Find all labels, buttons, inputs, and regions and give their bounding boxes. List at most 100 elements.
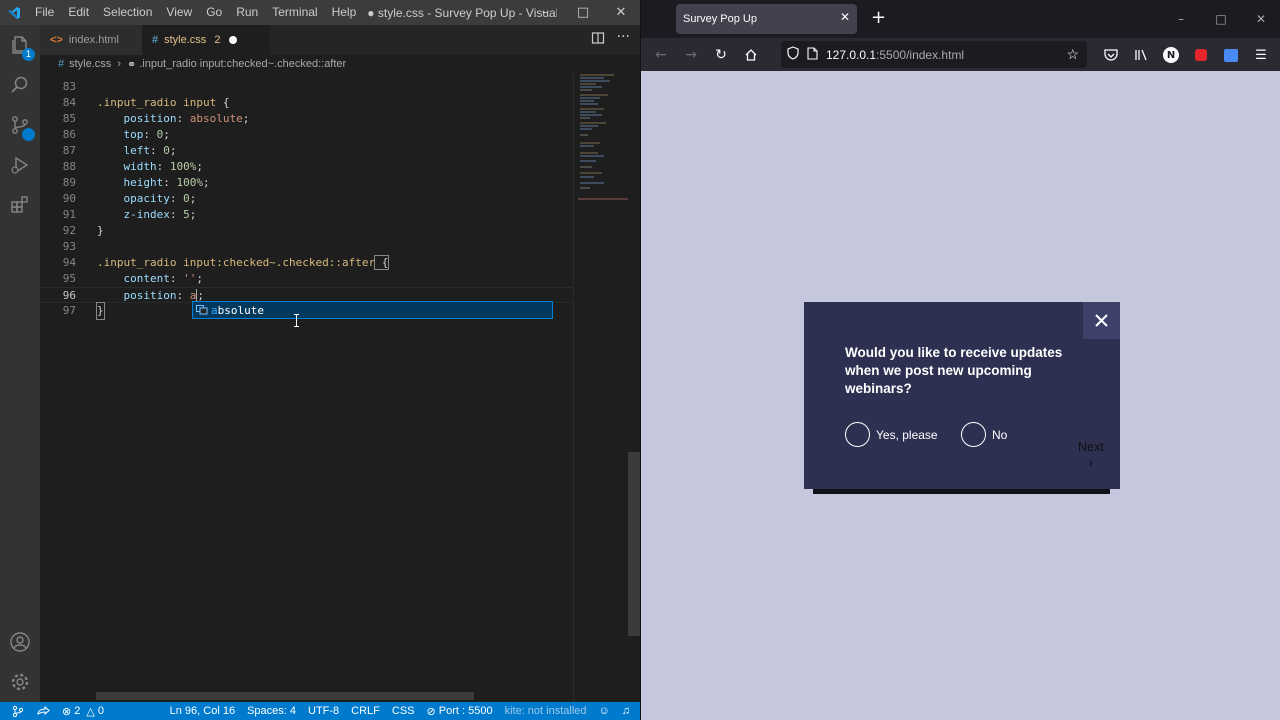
survey-popup: Would you like to receive updates when w… [804,302,1120,489]
option-no[interactable]: No [961,422,1007,447]
menu-selection[interactable]: Selection [96,0,159,25]
css-value: 0 [183,192,190,205]
css-file-icon: # [58,58,65,70]
option-yes[interactable]: Yes, please [845,422,938,447]
radio-no[interactable] [961,422,986,447]
css-selector: .input_radio input [97,96,217,109]
remote-icon[interactable] [0,705,30,717]
explorer-icon[interactable]: 1 [0,25,40,65]
browser-tab-active[interactable]: Survey Pop Up ✕ [676,4,857,34]
more-actions-icon[interactable]: ··· [617,30,630,48]
browser-toolbar: ← → ↻ 127.0.0.1:5500/index.html ☆ N ☰ [641,38,1280,71]
split-editor-icon[interactable] [591,31,605,48]
search-icon[interactable] [0,65,40,105]
next-button[interactable]: Next › [1078,440,1104,469]
forward-arrow-icon[interactable]: → [676,40,706,70]
code-editor[interactable]: 83 84 .input_radio input { 85 position: a… [40,73,573,702]
css-property: width [123,160,157,173]
home-icon[interactable] [736,40,766,70]
survey-question: Would you like to receive updates when w… [845,345,1063,396]
minimize-icon[interactable]: – [1161,0,1201,38]
tab-index-html[interactable]: <> index.html [40,25,142,55]
encoding[interactable]: UTF-8 [302,705,345,717]
line-number: 90 [62,192,76,205]
horizontal-scrollbar[interactable] [96,692,474,700]
open-brace: { [374,255,390,270]
library-icon[interactable] [1129,43,1153,67]
unsaved-dot-icon[interactable] [229,36,238,44]
source-control-badge [22,128,35,141]
end-of-line[interactable]: CRLF [345,705,386,717]
code-line: 92} [40,223,573,239]
indentation[interactable]: Spaces: 4 [241,705,302,717]
close-icon [1095,314,1108,327]
menu-view[interactable]: View [159,0,199,25]
radio-yes[interactable] [845,422,870,447]
suggestion-item[interactable]: a bsolute [192,301,553,319]
new-tab-plus-icon[interactable]: + [871,8,886,28]
menu-run[interactable]: Run [229,0,265,25]
css-property: content [123,272,170,285]
css-property: position [123,289,177,302]
line-number: 93 [62,240,76,253]
bookmark-star-icon[interactable]: ☆ [1066,46,1079,63]
live-server-port[interactable]: ⊘ Port : 5500 [421,705,499,718]
line-number: 97 [62,304,76,317]
language-mode[interactable]: CSS [386,705,421,717]
close-window-icon[interactable]: ✕ [602,0,640,25]
no-entry-icon: ⊘ [426,705,436,718]
menu-help[interactable]: Help [325,0,364,25]
settings-gear-icon[interactable] [0,662,40,702]
vscode-logo-icon [0,0,28,25]
code-line: 94 .input_radio input:checked~.checked::a… [40,255,573,271]
back-arrow-icon[interactable]: ← [646,40,676,70]
minimize-icon[interactable]: – [526,0,564,25]
css-value: 100% [176,176,204,189]
pocket-icon[interactable] [1099,43,1123,67]
css-value: absolute [189,112,243,125]
feedback-icon[interactable]: ☺ [593,705,616,717]
profile-extension-icon[interactable]: N [1159,43,1183,67]
kite-status[interactable]: kite: not installed [499,705,593,717]
vertical-scrollbar[interactable] [628,452,640,636]
maximize-icon[interactable]: □ [564,0,602,25]
chevron-right-icon: › [1088,454,1094,470]
adblock-icon[interactable] [1189,43,1213,67]
code-line: 87 left: 0; [40,143,573,159]
menu-edit[interactable]: Edit [61,0,96,25]
line-number: 88 [62,160,76,173]
line-number: 83 [62,80,76,93]
line-number: 95 [62,272,76,285]
css-value: 100% [169,160,197,173]
account-icon[interactable] [0,622,40,662]
extensions-icon[interactable] [0,185,40,225]
menu-go[interactable]: Go [199,0,229,25]
activity-bar: 1 [0,25,40,702]
shield-icon[interactable] [787,46,799,63]
run-debug-icon[interactable] [0,145,40,185]
next-label: Next [1078,440,1104,454]
error-icon: ⊗ [62,705,72,718]
maximize-icon[interactable]: □ [1201,0,1241,38]
source-control-icon[interactable] [0,105,40,145]
close-tab-icon[interactable]: ✕ [840,10,850,24]
translate-icon[interactable] [1219,43,1243,67]
hamburger-menu-icon[interactable]: ☰ [1249,43,1273,67]
minimap[interactable] [573,73,631,702]
notifications-bell-icon[interactable]: ♫ [616,705,640,717]
breadcrumb-symbol[interactable]: .input_radio input:checked~.checked::aft… [139,58,346,70]
problems-indicator[interactable]: ⊗ 2 △ 0 [56,705,110,718]
reload-icon[interactable]: ↻ [706,40,736,70]
address-bar[interactable]: 127.0.0.1:5500/index.html ☆ [781,41,1087,68]
menu-terminal[interactable]: Terminal [265,0,324,25]
mouse-ibeam-icon [294,314,299,327]
menu-file[interactable]: File [28,0,61,25]
page-info-icon[interactable] [807,46,818,63]
url-host: 127.0.0.1 [826,47,877,62]
tab-style-css[interactable]: # style.css 2 [142,25,270,55]
breadcrumb-file[interactable]: style.css [69,58,111,70]
live-share-icon[interactable] [30,705,56,717]
close-window-icon[interactable]: ✕ [1241,0,1280,38]
popup-close-button[interactable] [1083,302,1120,339]
cursor-position[interactable]: Ln 96, Col 16 [164,705,241,717]
